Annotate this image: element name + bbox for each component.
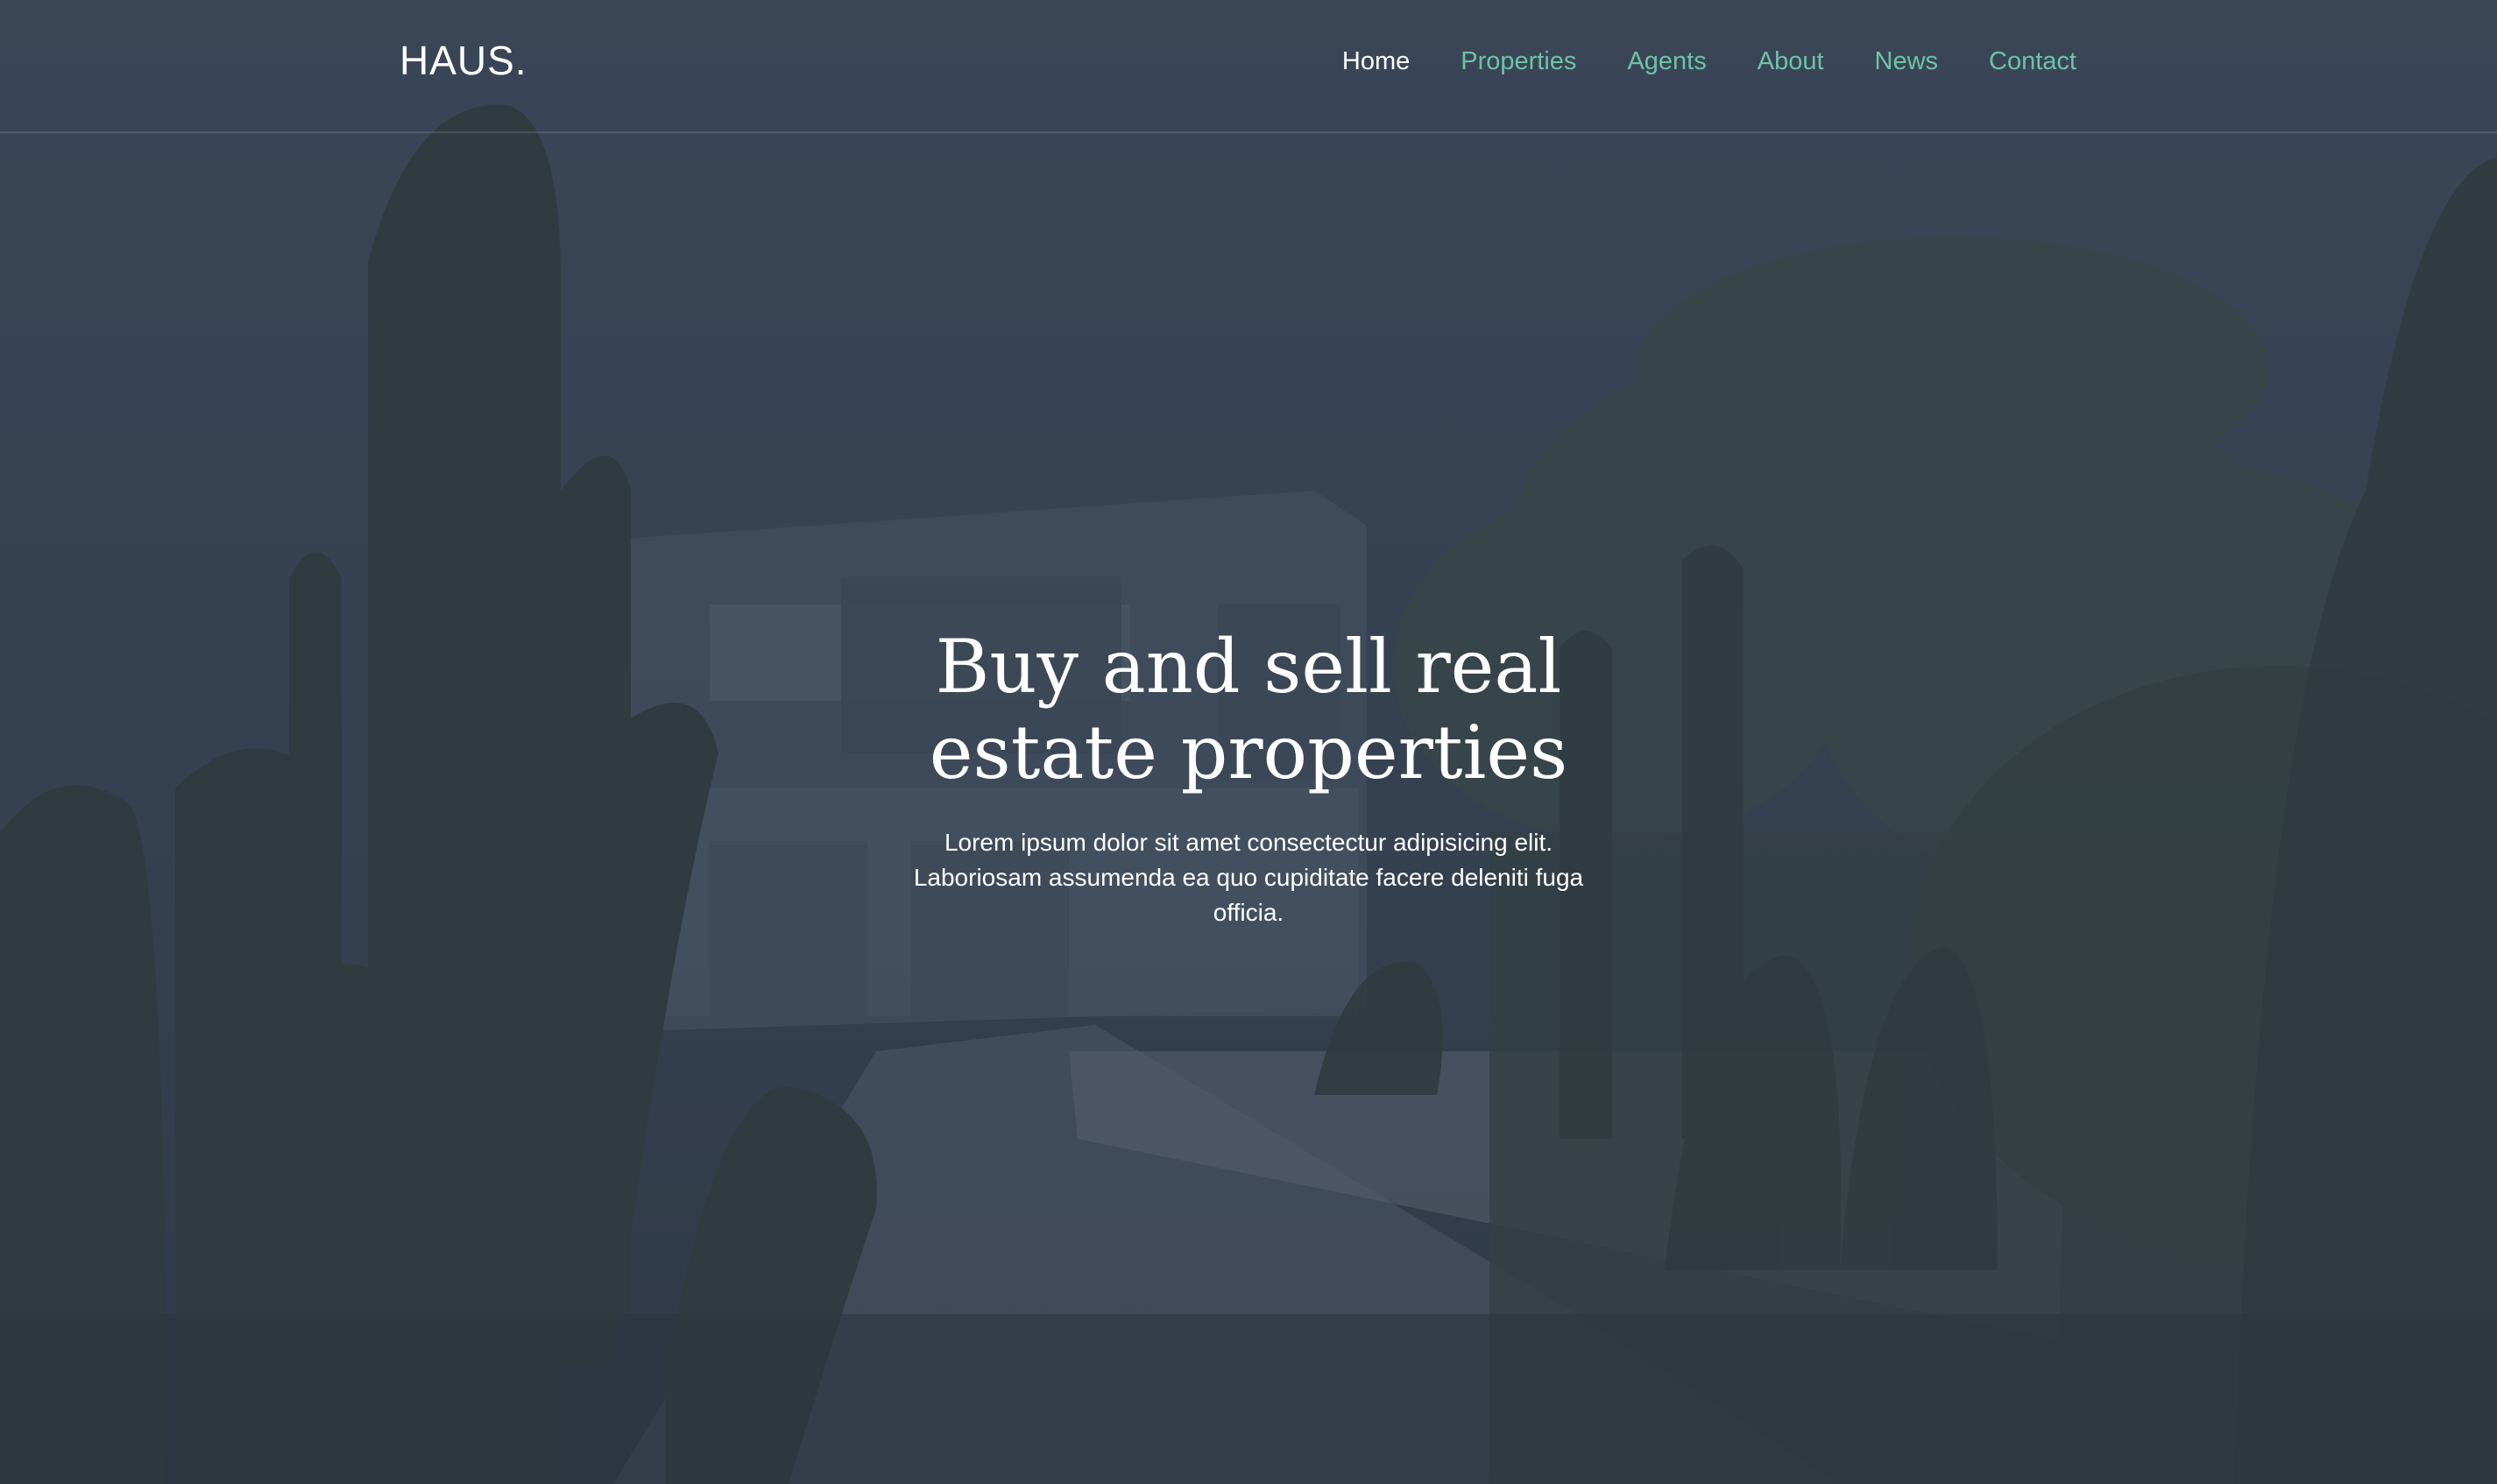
nav-link-properties[interactable]: Properties xyxy=(1461,47,1576,76)
site-header: HAUS. Home Properties Agents About News … xyxy=(0,0,2497,133)
nav-link-about[interactable]: About xyxy=(1758,47,1824,76)
main-navigation: Home Properties Agents About News Contac… xyxy=(1342,47,2076,76)
hero-title-line-2: estate properties xyxy=(929,710,1568,795)
nav-link-contact[interactable]: Contact xyxy=(1989,47,2076,76)
page: HAUS. Home Properties Agents About News … xyxy=(0,0,2497,1484)
nav-link-agents[interactable]: Agents xyxy=(1627,47,1706,76)
nav-link-home[interactable]: Home xyxy=(1342,47,1410,76)
site-logo[interactable]: HAUS. xyxy=(400,37,527,84)
hero-subtitle: Lorem ipsum dolor sit amet consectectur … xyxy=(913,829,1584,926)
hero-title-line-1: Buy and sell real xyxy=(935,624,1562,710)
nav-link-news[interactable]: News xyxy=(1875,47,1939,76)
hero-section: Buy and sell real estate properties Lore… xyxy=(0,624,2497,930)
hero-title: Buy and sell real estate properties xyxy=(854,624,1643,795)
